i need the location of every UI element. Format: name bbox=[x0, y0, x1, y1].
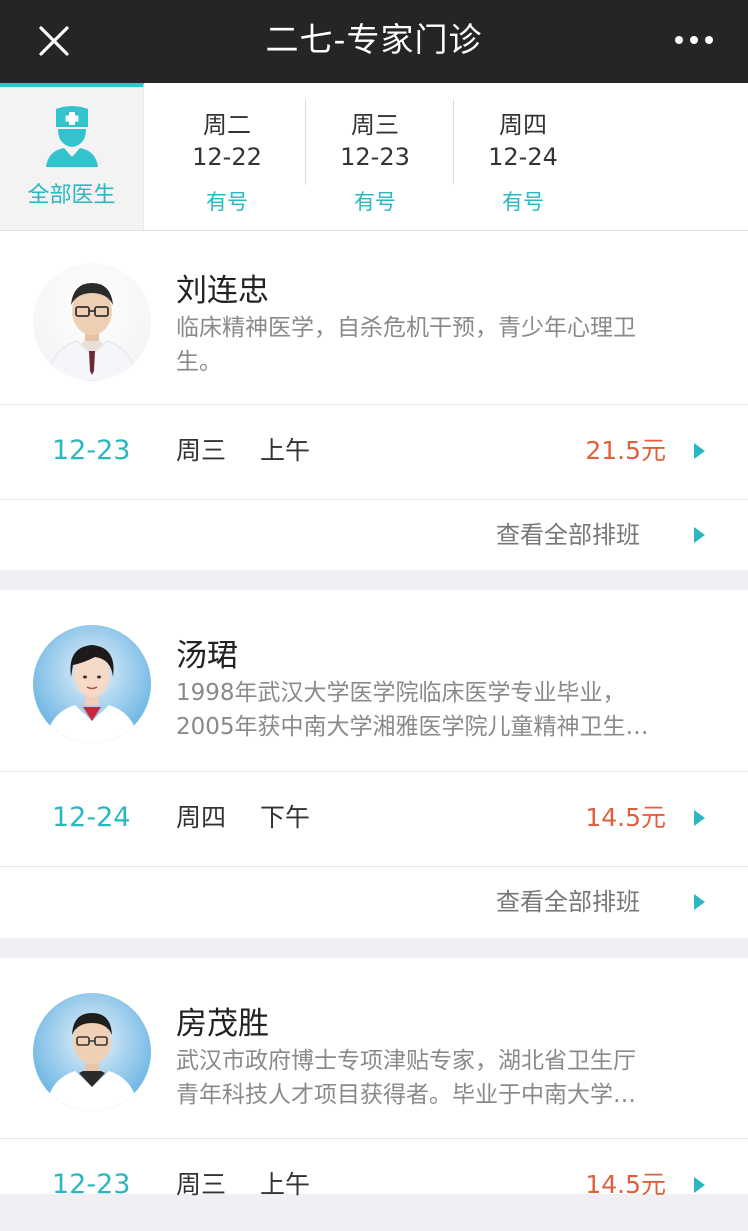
description-line: 青年科技人才项目获得者。毕业于中南大学… bbox=[176, 1082, 636, 1108]
tab-all-doctors-label: 全部医生 bbox=[27, 183, 116, 208]
chevron-right-icon bbox=[694, 527, 705, 543]
doctor-name[interactable]: 汤珺 bbox=[176, 630, 238, 675]
doctor-description: 临床精神医学，自杀危机干预，青少年心理卫 生。 bbox=[176, 311, 716, 379]
schedule-weekday: 周四 bbox=[176, 803, 227, 832]
tab-weekday: 周三 bbox=[351, 111, 399, 139]
view-all-schedule-link[interactable]: 查看全部排班 bbox=[0, 867, 748, 937]
view-all-label: 查看全部排班 bbox=[496, 521, 640, 549]
description-line: 武汉市政府博士专项津贴专家，湖北省卫生厅 bbox=[176, 1048, 636, 1074]
schedule-weekday: 周三 bbox=[176, 1170, 227, 1199]
chevron-right-icon bbox=[694, 1177, 705, 1193]
schedule-date: 12-23 bbox=[52, 435, 131, 466]
doctor-name[interactable]: 刘连忠 bbox=[176, 265, 269, 310]
chevron-right-icon bbox=[694, 443, 705, 459]
schedule-period: 下午 bbox=[260, 803, 311, 832]
more-dots-icon bbox=[675, 36, 713, 44]
schedule-price: 14.5元 bbox=[585, 803, 666, 832]
description-line: 临床精神医学，自杀危机干预，青少年心理卫 bbox=[176, 315, 636, 341]
tab-date: 12-24 bbox=[488, 143, 558, 171]
schedule-period: 上午 bbox=[260, 436, 311, 465]
chevron-right-icon bbox=[694, 810, 705, 826]
schedule-date: 12-24 bbox=[52, 802, 131, 833]
page-title: 二七-专家门诊 bbox=[265, 20, 483, 59]
tab-weekday: 周四 bbox=[499, 111, 547, 139]
doctor-avatar[interactable] bbox=[33, 263, 151, 381]
schedule-row[interactable]: 12-23 周三 上午 14.5元 bbox=[0, 1139, 748, 1231]
schedule-row[interactable]: 12-23 周三 上午 21.5元 bbox=[0, 405, 748, 497]
doctor-avatar[interactable] bbox=[33, 625, 151, 743]
more-button[interactable] bbox=[660, 20, 728, 60]
doctor-icon bbox=[46, 106, 98, 167]
schedule-price: 14.5元 bbox=[585, 1170, 666, 1199]
tab-all-doctors[interactable]: 全部医生 bbox=[0, 83, 144, 230]
doctor-card: 房茂胜 武汉市政府博士专项津贴专家，湖北省卫生厅 青年科技人才项目获得者。毕业于… bbox=[0, 958, 748, 1200]
tab-availability: 有号 bbox=[354, 190, 396, 214]
doctor-description: 1998年武汉大学医学院临床医学专业毕业， 2005年获中南大学湘雅医学院儿童精… bbox=[176, 676, 716, 744]
description-line: 2005年获中南大学湘雅医学院儿童精神卫生… bbox=[176, 714, 649, 740]
description-line: 1998年武汉大学医学院临床医学专业毕业， bbox=[176, 680, 626, 706]
tab-date: 12-22 bbox=[192, 143, 262, 171]
schedule-period: 上午 bbox=[260, 1170, 311, 1199]
doctor-card: 刘连忠 临床精神医学，自杀危机干预，青少年心理卫 生。 12-23 周三 上午 … bbox=[0, 231, 748, 570]
tab-day-wed[interactable]: 周三 12-23 有号 bbox=[301, 83, 449, 230]
tab-day-tue[interactable]: 周二 12-22 有号 bbox=[153, 83, 301, 230]
doctor-card: 汤珺 1998年武汉大学医学院临床医学专业毕业， 2005年获中南大学湘雅医学院… bbox=[0, 590, 748, 938]
doctor-description: 武汉市政府博士专项津贴专家，湖北省卫生厅 青年科技人才项目获得者。毕业于中南大学… bbox=[176, 1044, 716, 1112]
doctor-name[interactable]: 房茂胜 bbox=[176, 998, 269, 1043]
date-tab-bar: 全部医生 周二 12-22 有号 周三 12-23 有号 周四 12-24 有号 bbox=[0, 83, 748, 231]
doctor-avatar[interactable] bbox=[33, 993, 151, 1111]
schedule-price: 21.5元 bbox=[585, 436, 666, 465]
view-all-schedule-link[interactable]: 查看全部排班 bbox=[0, 500, 748, 570]
tab-weekday: 周二 bbox=[203, 111, 251, 139]
schedule-date: 12-23 bbox=[52, 1169, 131, 1200]
schedule-weekday: 周三 bbox=[176, 436, 227, 465]
tab-day-thu[interactable]: 周四 12-24 有号 bbox=[449, 83, 597, 230]
tab-date: 12-23 bbox=[340, 143, 410, 171]
description-line: 生。 bbox=[176, 349, 222, 375]
tab-availability: 有号 bbox=[206, 190, 248, 214]
view-all-label: 查看全部排班 bbox=[496, 888, 640, 916]
schedule-row[interactable]: 12-24 周四 下午 14.5元 bbox=[0, 772, 748, 864]
chevron-right-icon bbox=[694, 894, 705, 910]
tab-availability: 有号 bbox=[502, 190, 544, 214]
top-bar: 二七-专家门诊 bbox=[0, 0, 748, 83]
